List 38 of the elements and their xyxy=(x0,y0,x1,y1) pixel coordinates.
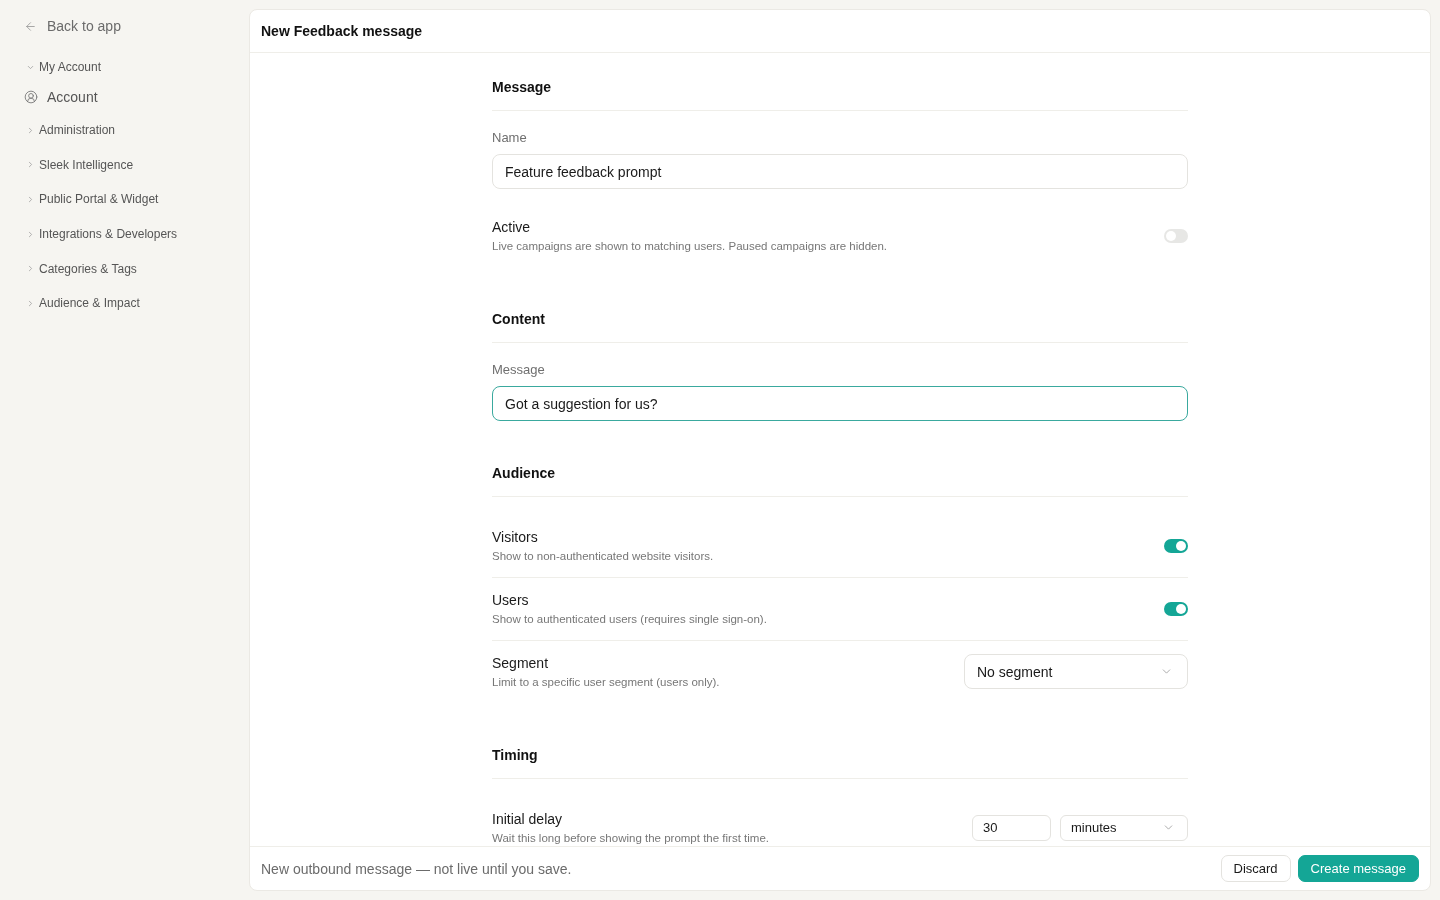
arrow-left-icon xyxy=(24,19,37,33)
status-text: New outbound message — not live until you save. xyxy=(261,860,572,877)
nav-group[interactable]: Categories & Tags xyxy=(24,251,137,287)
setting-title: Users xyxy=(492,591,529,610)
nav-group[interactable]: Audience & Impact xyxy=(24,286,140,321)
setting-title: Visitors xyxy=(492,528,538,547)
input-field[interactable]: Got a suggestion for us? xyxy=(492,386,1188,421)
panel-title: New Feedback message xyxy=(261,23,423,39)
field-label: Name xyxy=(492,129,527,147)
toggle-switch[interactable] xyxy=(1164,228,1188,243)
nav-group[interactable]: Sleek Intelligence xyxy=(24,147,134,183)
setting-description: Limit to a specific user segment (users only). xyxy=(492,675,720,690)
setting-description: Live campaigns are shown to matching users. Paused campaigns are hidden. xyxy=(492,239,888,254)
setting-title: Segment xyxy=(492,654,549,673)
segment-dropdown[interactable]: No segment xyxy=(964,654,1188,689)
number-input[interactable]: 30 xyxy=(972,814,1051,841)
section-heading: Message xyxy=(492,78,552,97)
nav-group[interactable]: My Account xyxy=(24,50,102,85)
setting-description: Show to authenticated users (requires single sign-on). xyxy=(492,612,767,627)
nav-group[interactable]: Administration xyxy=(24,112,116,148)
toggle-switch[interactable] xyxy=(1164,601,1188,616)
field-label: Message xyxy=(492,361,545,379)
input-field[interactable]: Feature feedback prompt xyxy=(492,154,1188,189)
setting-description: Wait this long before showing the prompt the first time. xyxy=(492,831,769,846)
setting-title: Initial delay xyxy=(492,810,563,829)
nav-item[interactable]: Account xyxy=(24,84,98,109)
unit-dropdown[interactable]: minutes xyxy=(1060,814,1188,841)
section-heading: Audience xyxy=(492,464,555,483)
toggle-switch[interactable] xyxy=(1164,538,1188,553)
section-heading: Content xyxy=(492,310,545,329)
user-circle-icon xyxy=(24,89,38,104)
nav-group[interactable]: Integrations & Developers xyxy=(24,216,178,252)
back-link[interactable]: Back to app xyxy=(24,16,121,36)
setting-description: Show to non-authenticated website visitors. xyxy=(492,549,714,564)
discard-button[interactable]: Discard xyxy=(1220,855,1291,882)
setting-title: Active xyxy=(492,218,531,237)
nav-group[interactable]: Public Portal & Widget xyxy=(24,182,159,217)
section-heading: Timing xyxy=(492,746,538,765)
